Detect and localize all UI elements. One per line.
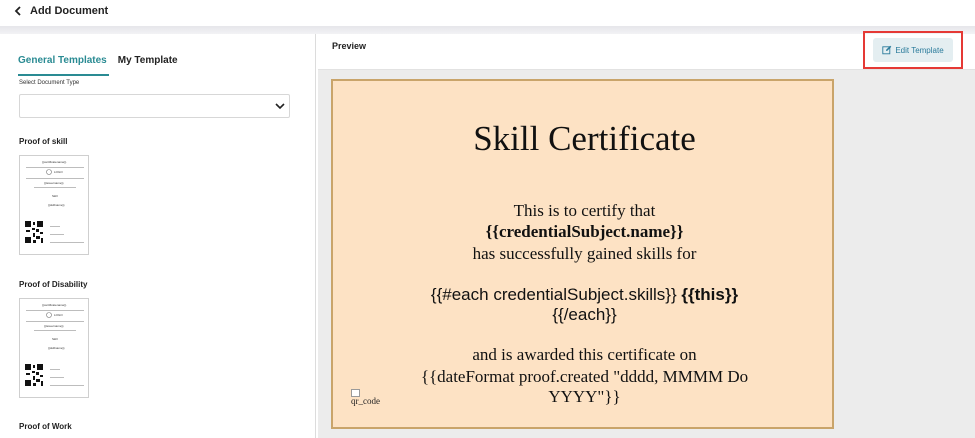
template-title-proof-of-work: Proof of Work xyxy=(19,422,72,431)
skills-this: {{this}} xyxy=(681,285,739,304)
thumb-divider xyxy=(50,242,84,243)
chevron-left-icon xyxy=(14,6,21,16)
thumb-name: {{issuername}} xyxy=(44,181,64,185)
preview-area: Skill Certificate This is to certify tha… xyxy=(318,70,975,438)
certificate-preview: Skill Certificate This is to certify tha… xyxy=(331,79,834,429)
thumb-divider xyxy=(50,377,64,378)
preview-title: Preview xyxy=(332,41,367,51)
edit-template-label: Edit Template xyxy=(895,45,944,55)
certificate-line-skills: has successfully gained skills for xyxy=(472,244,697,263)
thumb-heading: {{certificatename}} xyxy=(42,303,67,307)
qr-code-image: qr_code xyxy=(351,389,380,406)
thumb-logo-text: LOGO xyxy=(54,170,63,174)
certificate-line-awarded: and is awarded this certificate on xyxy=(472,345,697,364)
certificate-date-format: {{dateFormat proof.created "dddd, MMMM D… xyxy=(420,367,749,386)
thumb-divider xyxy=(34,187,76,188)
tab-general-templates[interactable]: General Templates xyxy=(18,55,109,76)
thumb-line1: Skill xyxy=(52,337,58,341)
certificate-line-certify: This is to certify that xyxy=(513,201,656,220)
thumb-divider xyxy=(50,234,64,235)
certificate-skills-loop: {{#each credentialSubject.skills}} {{thi… xyxy=(333,285,836,305)
template-sidebar: General Templates My Template Select Doc… xyxy=(0,34,316,438)
page-title: Add Document xyxy=(30,5,109,17)
template-thumbnail-proof-of-skill[interactable]: {{certificatename}} LOGO {{issuername}} … xyxy=(19,155,89,255)
qr-code-icon xyxy=(24,220,44,244)
top-bar: Add Document xyxy=(0,0,975,26)
document-type-select[interactable] xyxy=(19,94,290,118)
template-thumbnail-proof-of-disability[interactable]: {{certificatename}} LOGO {{issuername}} … xyxy=(19,298,89,398)
qr-code-icon xyxy=(24,363,44,387)
skills-each-open: {{#each credentialSubject.skills}} xyxy=(430,285,677,304)
template-title-proof-of-disability: Proof of Disability xyxy=(19,280,88,289)
thumb-name: {{issuername}} xyxy=(44,324,64,328)
thumb-divider xyxy=(50,226,60,227)
thumb-logo-text: LOGO xyxy=(54,313,63,317)
thumb-divider xyxy=(26,321,84,322)
thumb-divider xyxy=(26,167,84,168)
select-document-type-label: Select Document Type xyxy=(19,80,80,86)
tab-my-template[interactable]: My Template xyxy=(118,55,178,76)
certificate-date-format-end: YYYY"}} xyxy=(548,387,621,406)
header-divider xyxy=(0,26,975,34)
preview-header: Preview Edit Template xyxy=(318,31,975,70)
thumb-line2: {{skillname}} xyxy=(48,203,65,207)
thumb-divider xyxy=(50,369,60,370)
certificate-title: Skill Certificate xyxy=(473,119,696,158)
edit-icon xyxy=(882,45,892,55)
thumb-divider xyxy=(50,385,84,386)
template-tabs: General Templates My Template xyxy=(18,55,178,76)
back-button[interactable]: Add Document xyxy=(12,4,108,18)
thumb-divider xyxy=(26,310,84,311)
skills-each-close: {{/each}} xyxy=(552,305,617,324)
chevron-down-icon xyxy=(275,103,285,110)
certificate-subject-name: {{credentialSubject.name}} xyxy=(485,222,684,241)
thumb-line2: {{skillname}} xyxy=(48,346,65,350)
thumb-heading: {{certificatename}} xyxy=(42,160,67,164)
template-title-proof-of-skill: Proof of skill xyxy=(19,137,68,146)
edit-template-button[interactable]: Edit Template xyxy=(873,38,953,62)
thumb-divider xyxy=(34,330,76,331)
thumb-line1: Skill xyxy=(52,194,58,198)
logo-placeholder-icon xyxy=(46,312,52,318)
thumb-divider xyxy=(26,178,84,179)
qr-code-alt-text: qr_code xyxy=(351,396,380,406)
logo-placeholder-icon xyxy=(46,169,52,175)
